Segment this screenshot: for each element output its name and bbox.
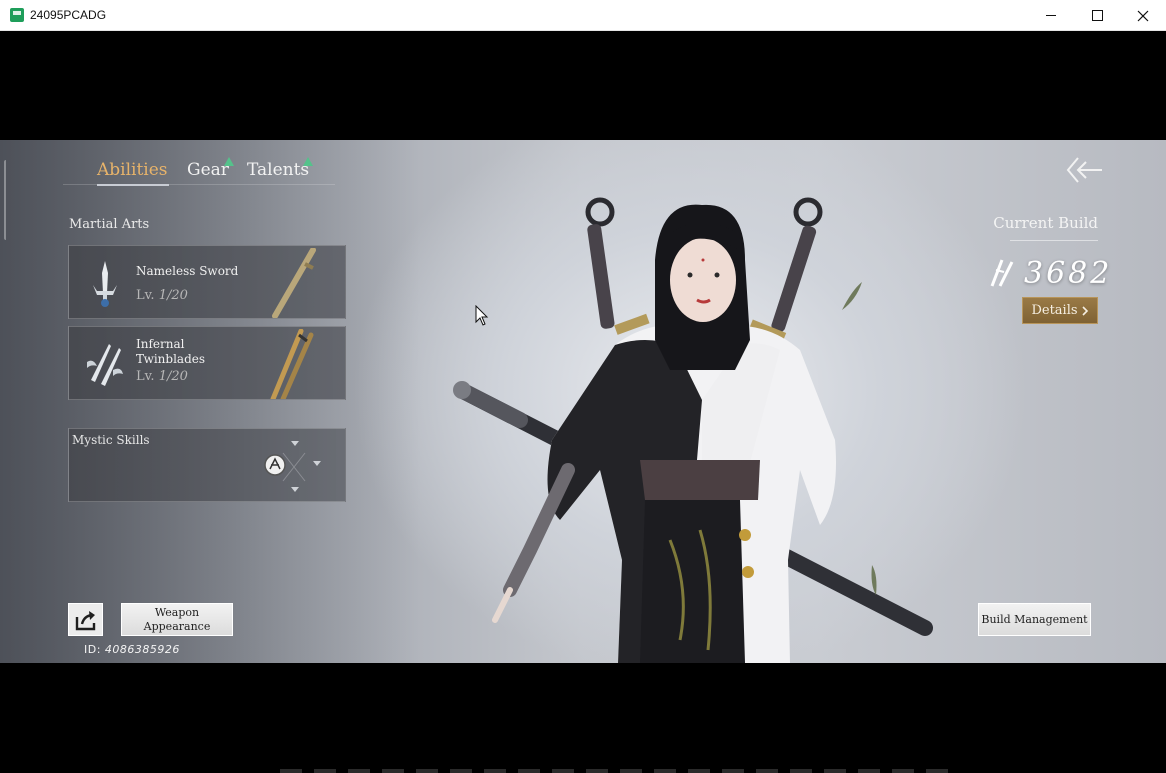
skill-name: Nameless Sword [136,264,239,278]
share-button[interactable] [68,603,103,636]
close-icon [1137,10,1149,21]
twinblades-weapon-icon [270,329,314,399]
tab-talents[interactable]: Talents [247,160,309,180]
mouse-cursor-icon [475,305,489,326]
button-label-line2: Appearance [143,620,211,633]
character-head [655,204,750,370]
tab-gear[interactable]: Gear [187,160,229,180]
chevron-right-icon [1081,305,1088,316]
skill-level: Lv. 1/20 [136,369,188,384]
martial-arts-label: Martial Arts [69,217,150,232]
combat-power-icon [990,259,1014,287]
current-build-label: Current Build [993,214,1098,232]
bottom-decoration [280,769,950,773]
martial-art-card-nameless-sword[interactable]: Nameless Sword Lv. 1/20 [68,245,346,319]
skill-name: Infernal Twinblades [136,337,205,367]
sword-art-icon [93,261,117,307]
tab-bar: Abilities Gear Talents [63,156,335,186]
sword-weapon-icon [272,248,316,318]
left-panel-shade [0,140,420,663]
mystic-skills-panel[interactable]: Mystic Skills [68,428,346,502]
back-sword-left [585,197,650,335]
close-button[interactable] [1120,0,1166,31]
maximize-icon [1091,10,1103,21]
mystic-skill-slots-icon [264,441,321,492]
tab-abilities[interactable]: Abilities [97,160,168,180]
game-viewport: Abilities Gear Talents Martial Arts Name… [0,140,1166,663]
weapon-appearance-button[interactable]: Weapon Appearance [121,603,233,636]
back-sword-right [749,197,823,343]
new-badge-icon [303,157,313,166]
skill-name-line1: Infernal [136,337,185,351]
leaf-decoration [842,282,862,310]
build-management-button[interactable]: Build Management [978,603,1091,636]
minimize-button[interactable] [1028,0,1074,31]
new-badge-icon [224,157,234,166]
level-prefix: Lv. [136,369,155,384]
button-label-line1: Weapon [154,606,200,619]
level-value: 1/20 [158,369,188,384]
active-tab-indicator [97,184,169,186]
level-value: 1/20 [158,288,188,303]
window-titlebar: 24095PCADG [0,0,1166,31]
minimize-icon [1046,15,1056,16]
mystic-skills-label: Mystic Skills [72,433,150,447]
player-id: ID: 4086385926 [84,643,180,656]
character-body [492,325,836,663]
maximize-button[interactable] [1074,0,1120,31]
leaf-decoration [871,565,877,595]
build-score: 3682 [1024,256,1113,291]
character-model [453,197,933,663]
app-icon [10,8,24,22]
skill-level: Lv. 1/20 [136,288,188,303]
details-label: Details [1031,303,1078,318]
level-prefix: Lv. [136,288,155,303]
details-button[interactable]: Details [1022,297,1098,324]
martial-art-card-infernal-twinblades[interactable]: Infernal Twinblades Lv. 1/20 [68,326,346,400]
edge-decoration [4,160,8,240]
collapse-panel-icon[interactable] [1064,156,1104,184]
skill-name-line2: Twinblades [136,352,206,366]
divider [1010,240,1098,241]
window-title: 24095PCADG [30,8,107,22]
id-value: 4086385926 [104,643,180,656]
share-icon [75,610,95,630]
twinblades-art-icon [87,344,123,386]
id-prefix: ID: [84,643,101,656]
